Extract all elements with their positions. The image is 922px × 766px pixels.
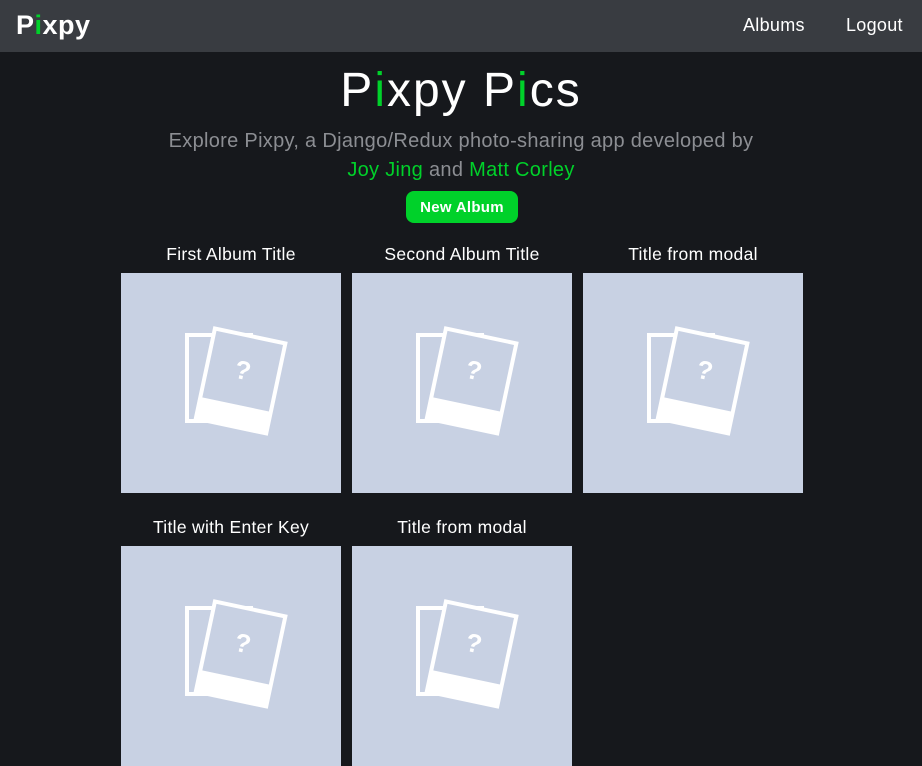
album-thumbnail[interactable]: ? [121, 273, 341, 493]
subtitle-text: Explore Pixpy, a Django/Redux photo-shar… [168, 130, 754, 152]
nav-albums-link[interactable]: Albums [743, 14, 805, 36]
title-part: xpy P [386, 64, 518, 117]
author-link-joy[interactable]: Joy Jing [347, 159, 423, 181]
title-accent: i [517, 64, 530, 117]
page-title: Pixpy Pics [0, 62, 922, 120]
album-thumbnail[interactable]: ? [583, 273, 803, 493]
brand-prefix: P [16, 10, 35, 40]
title-part: P [340, 64, 375, 117]
subtitle-conjunction: and [428, 159, 464, 181]
album-card[interactable]: Title with Enter Key ? [121, 516, 341, 766]
photo-placeholder-icon: ? [416, 599, 519, 709]
album-title[interactable]: Title from modal [583, 243, 803, 265]
new-album-button[interactable]: New Album [406, 191, 518, 223]
album-title[interactable]: First Album Title [121, 243, 341, 265]
album-card[interactable]: Second Album Title ? [352, 243, 572, 493]
nav-logout-link[interactable]: Logout [846, 14, 903, 36]
album-thumbnail[interactable]: ? [352, 546, 572, 766]
top-navbar: Pixpy Albums Logout [0, 0, 922, 52]
album-thumbnail[interactable]: ? [352, 273, 572, 493]
brand-accent: i [34, 10, 43, 40]
brand-suffix: xpy [42, 10, 91, 40]
photo-placeholder-icon: ? [416, 326, 519, 436]
title-accent: i [374, 64, 387, 117]
album-card[interactable]: First Album Title ? [121, 243, 341, 493]
author-link-matt[interactable]: Matt Corley [469, 159, 575, 181]
album-card[interactable]: Title from modal ? [352, 516, 572, 766]
photo-placeholder-icon: ? [185, 326, 288, 436]
photo-placeholder-icon: ? [647, 326, 750, 436]
album-title[interactable]: Title from modal [352, 516, 572, 538]
album-title[interactable]: Title with Enter Key [121, 516, 341, 538]
page-subtitle: Explore Pixpy, a Django/Redux photo-shar… [0, 127, 922, 185]
album-thumbnail[interactable]: ? [121, 546, 341, 766]
album-card[interactable]: Title from modal ? [583, 243, 803, 493]
photo-placeholder-icon: ? [185, 599, 288, 709]
brand-logo[interactable]: Pixpy [16, 9, 91, 41]
title-part: cs [529, 64, 582, 117]
album-title[interactable]: Second Album Title [352, 243, 572, 265]
